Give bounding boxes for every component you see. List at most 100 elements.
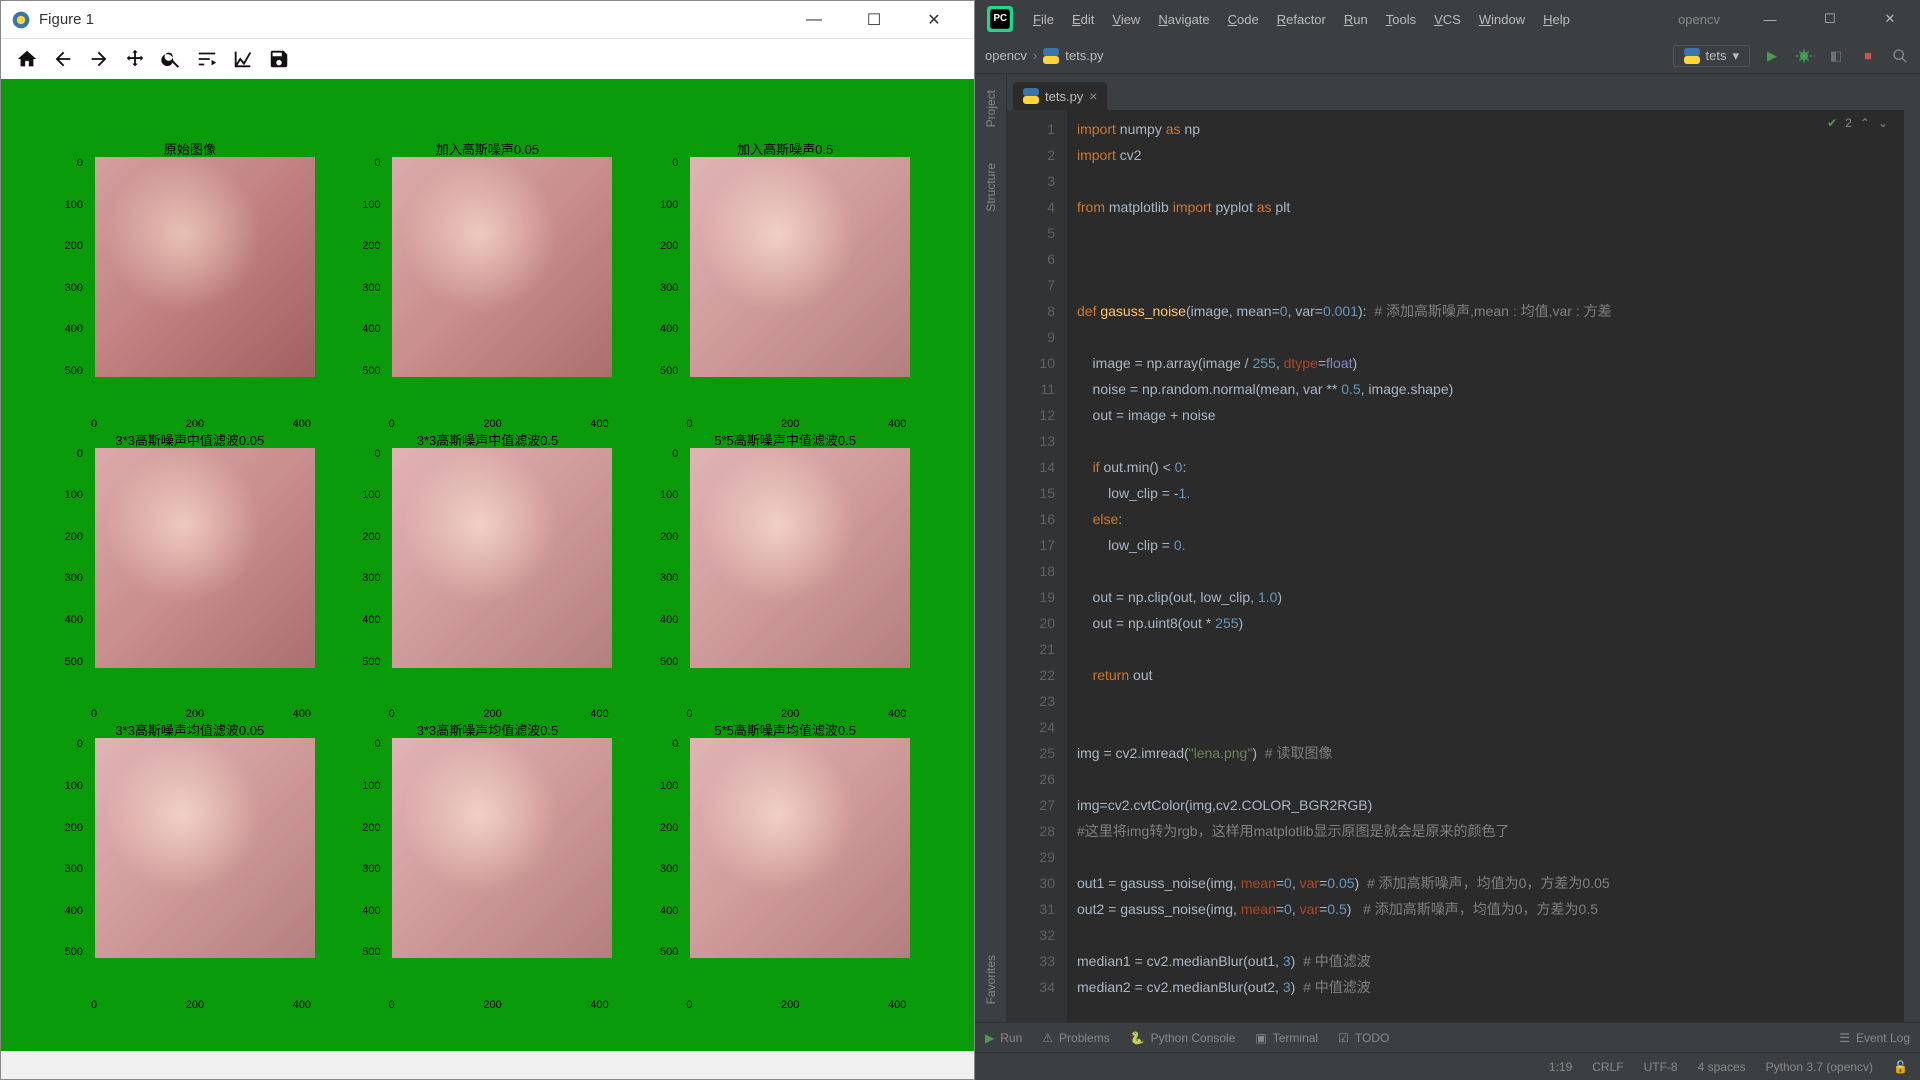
subplot-5: 5*5高斯噪声中值滤波0.501002003004005000200400 [636, 430, 934, 721]
menu-help[interactable]: Help [1535, 8, 1578, 31]
inspection-widget[interactable]: ✔ 2 ⌃ ⌄ [1827, 116, 1888, 130]
tab-close-icon[interactable]: × [1089, 88, 1097, 104]
line-separator[interactable]: CRLF [1592, 1060, 1623, 1074]
menu-run[interactable]: Run [1336, 8, 1376, 31]
back-icon[interactable] [47, 43, 79, 75]
home-icon[interactable] [11, 43, 43, 75]
minimize-button[interactable]: — [784, 1, 844, 39]
subplot-image [690, 738, 910, 958]
configure-icon[interactable] [191, 43, 223, 75]
menu-view[interactable]: View [1104, 8, 1148, 31]
y-axis-ticks: 0100200300400500 [359, 738, 381, 958]
editor-tab[interactable]: tets.py × [1013, 82, 1107, 110]
structure-tool-button[interactable]: Structure [984, 155, 998, 220]
event-log-button[interactable]: ☰Event Log [1839, 1031, 1910, 1045]
menu-edit[interactable]: Edit [1064, 8, 1102, 31]
project-tool-button[interactable]: Project [984, 82, 998, 135]
x-axis-ticks: 0200400 [91, 999, 311, 1011]
python-console-tool-button[interactable]: 🐍Python Console [1130, 1031, 1236, 1045]
pycharm-window: PC FileEditViewNavigateCodeRefactorRunTo… [975, 0, 1920, 1080]
navigation-bar: opencv › tets.py tets ▾ ▶ ◧ ■ [975, 38, 1920, 74]
breadcrumb-root[interactable]: opencv [985, 48, 1027, 63]
menu-window[interactable]: Window [1471, 8, 1533, 31]
editor-tab-bar: tets.py × [1007, 74, 1904, 110]
subplot-1: 加入高斯噪声0.0501002003004005000200400 [339, 139, 637, 430]
x-axis-ticks: 0200400 [389, 708, 609, 720]
menu-navigate[interactable]: Navigate [1150, 8, 1217, 31]
error-stripe[interactable] [1904, 74, 1920, 1022]
save-icon[interactable] [263, 43, 295, 75]
python-interpreter[interactable]: Python 3.7 (opencv) [1766, 1060, 1873, 1074]
python-file-icon [1023, 88, 1039, 104]
menu-code[interactable]: Code [1220, 8, 1267, 31]
figure-window-title: Figure 1 [39, 11, 784, 28]
event-log-icon: ☰ [1839, 1031, 1850, 1045]
subplot-title: 原始图像 [164, 139, 216, 157]
figure-toolbar [1, 39, 974, 79]
subplot-3: 3*3高斯噪声中值滤波0.0501002003004005000200400 [41, 430, 339, 721]
x-axis-ticks: 0200400 [91, 708, 311, 720]
axes-icon[interactable] [227, 43, 259, 75]
subplot-4: 3*3高斯噪声中值滤波0.501002003004005000200400 [339, 430, 637, 721]
debug-icon[interactable] [1794, 46, 1814, 66]
maximize-button[interactable]: ☐ [844, 1, 904, 39]
indent-setting[interactable]: 4 spaces [1698, 1060, 1746, 1074]
search-everywhere-icon[interactable] [1890, 46, 1910, 66]
pan-icon[interactable] [119, 43, 151, 75]
subplot-6: 3*3高斯噪声均值滤波0.0501002003004005000200400 [41, 720, 339, 1011]
python-file-icon [1043, 48, 1059, 64]
stop-icon[interactable]: ■ [1858, 46, 1878, 66]
file-encoding[interactable]: UTF-8 [1644, 1060, 1678, 1074]
play-icon: ▶ [985, 1031, 994, 1045]
breadcrumb-file[interactable]: tets.py [1065, 48, 1103, 63]
subplot-8: 5*5高斯噪声均值滤波0.5 0100200300400500 0200400 [636, 720, 934, 1011]
project-name-label: opencv [1678, 12, 1720, 27]
menu-vcs[interactable]: VCS [1426, 8, 1469, 31]
figure-canvas[interactable]: 原始图像01002003004005000200400加入高斯噪声0.05010… [1, 79, 974, 1051]
python-file-icon [1684, 48, 1700, 64]
y-axis-ticks: 0100200300400500 [359, 448, 381, 668]
menu-refactor[interactable]: Refactor [1269, 8, 1334, 31]
terminal-tool-button[interactable]: ▣Terminal [1255, 1031, 1318, 1045]
favorites-tool-button[interactable]: Favorites [984, 947, 998, 1012]
y-axis-ticks: 0100200300400500 [61, 448, 83, 668]
subplot-image [392, 157, 612, 377]
ide-titlebar[interactable]: PC FileEditViewNavigateCodeRefactorRunTo… [975, 0, 1920, 38]
breadcrumb[interactable]: opencv › tets.py [985, 48, 1104, 64]
todo-tool-button[interactable]: ☑TODO [1338, 1031, 1389, 1045]
code-content[interactable]: import numpy as np import cv2 from matpl… [1067, 110, 1904, 1022]
run-tool-button[interactable]: ▶Run [985, 1031, 1022, 1045]
menu-tools[interactable]: Tools [1378, 8, 1424, 31]
code-editor[interactable]: 1234567891011121314151617181920212223242… [1007, 110, 1904, 1022]
run-with-coverage-icon[interactable]: ◧ [1826, 46, 1846, 66]
ide-minimize-button[interactable]: — [1740, 0, 1800, 38]
lock-icon[interactable]: 🔓 [1893, 1060, 1908, 1074]
inspection-count: 2 [1845, 116, 1852, 130]
left-tool-gutter: Project Structure Favorites [975, 74, 1007, 1022]
ide-maximize-button[interactable]: ☐ [1800, 0, 1860, 38]
subplot-image [690, 157, 910, 377]
subplot-title: 5*5高斯噪声均值滤波0.5 [714, 720, 856, 738]
tab-filename: tets.py [1045, 89, 1083, 104]
forward-icon[interactable] [83, 43, 115, 75]
figure-statusbar [1, 1051, 974, 1079]
ide-close-button[interactable]: ✕ [1860, 0, 1920, 38]
run-icon[interactable]: ▶ [1762, 46, 1782, 66]
chevron-down-icon[interactable]: ⌄ [1878, 116, 1888, 130]
close-button[interactable]: ✕ [904, 1, 964, 39]
subplot-0: 原始图像01002003004005000200400 [41, 139, 339, 430]
figure-titlebar[interactable]: Figure 1 — ☐ ✕ [1, 1, 974, 39]
caret-position[interactable]: 1:19 [1549, 1060, 1572, 1074]
problems-tool-button[interactable]: ⚠Problems [1042, 1031, 1109, 1045]
subplot-title: 加入高斯噪声0.5 [737, 139, 833, 157]
breadcrumb-separator: › [1033, 48, 1037, 63]
subplot-title: 5*5高斯噪声中值滤波0.5 [714, 430, 856, 448]
zoom-icon[interactable] [155, 43, 187, 75]
x-axis-ticks: 0200400 [686, 999, 906, 1011]
run-configuration-selector[interactable]: tets ▾ [1673, 45, 1751, 67]
menu-file[interactable]: File [1025, 8, 1062, 31]
subplot-image [392, 738, 612, 958]
terminal-icon: ▣ [1255, 1031, 1266, 1045]
y-axis-ticks: 0100200300400500 [656, 738, 678, 958]
chevron-up-icon[interactable]: ⌃ [1860, 116, 1870, 130]
